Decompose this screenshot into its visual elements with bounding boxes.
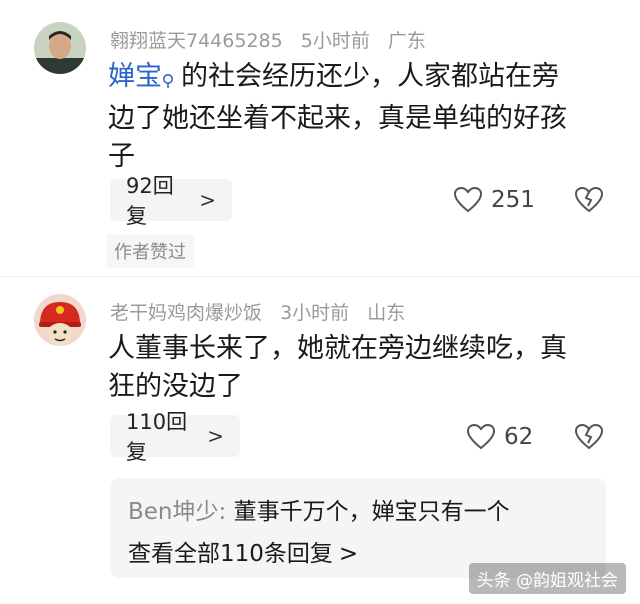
broken-heart-icon <box>574 186 604 213</box>
username[interactable]: 翱翔蓝天74465285 <box>110 30 283 52</box>
location: 广东 <box>387 30 426 52</box>
comment-meta: 翱翔蓝天74465285 5小时前 广东 <box>110 26 438 53</box>
like-count: 62 <box>504 423 534 450</box>
replies-button[interactable]: 110回复 > <box>110 410 240 464</box>
chevron-right-icon: > <box>199 188 216 212</box>
timestamp: 5小时前 <box>300 30 370 52</box>
divider <box>0 276 640 277</box>
comment-meta: 老干妈鸡肉爆炒饭 3小时前 山东 <box>110 298 417 325</box>
like-button[interactable]: 251 <box>453 186 535 213</box>
replies-button[interactable]: 92回复 > <box>110 174 232 228</box>
chevron-right-icon: > <box>338 541 359 567</box>
timestamp: 3小时前 <box>280 302 350 324</box>
search-icon[interactable] <box>162 62 175 100</box>
reply-text: 董事千万个，婵宝只有一个 <box>233 499 510 525</box>
location: 山东 <box>367 302 406 324</box>
dislike-button[interactable] <box>574 186 604 217</box>
watermark: 头条 @韵姐观社会 <box>468 563 626 594</box>
broken-heart-icon <box>574 423 604 450</box>
comment-text: 人董事长来了，她就在旁边继续吃，真 狂的没边了 <box>108 333 567 402</box>
dislike-button[interactable] <box>574 423 604 454</box>
avatar[interactable] <box>34 294 86 346</box>
avatar[interactable] <box>34 22 86 74</box>
reply-preview-line: Ben坤少: 董事千万个，婵宝只有一个 <box>128 492 510 526</box>
like-button[interactable]: 62 <box>466 423 533 450</box>
heart-icon <box>453 186 483 213</box>
view-all-replies-link[interactable]: 查看全部110条回复 > <box>128 534 358 568</box>
like-count: 251 <box>491 186 535 213</box>
username[interactable]: 老干妈鸡肉爆炒饭 <box>110 302 262 324</box>
chevron-right-icon: > <box>207 424 224 448</box>
heart-icon <box>466 423 496 450</box>
comment-text: 婵宝 的社会经历还少，人家都站在旁 边了她还坐着不起来，真是单纯的好孩 子 <box>108 61 567 172</box>
author-liked-badge: 作者赞过 <box>106 234 194 268</box>
mention-link[interactable]: 婵宝 <box>108 61 162 92</box>
reply-author[interactable]: Ben坤少: <box>128 499 226 525</box>
comment-1: 翱翔蓝天74465285 5小时前 广东 婵宝 的社会经历还少，人家都站在旁 边了… <box>0 0 640 270</box>
